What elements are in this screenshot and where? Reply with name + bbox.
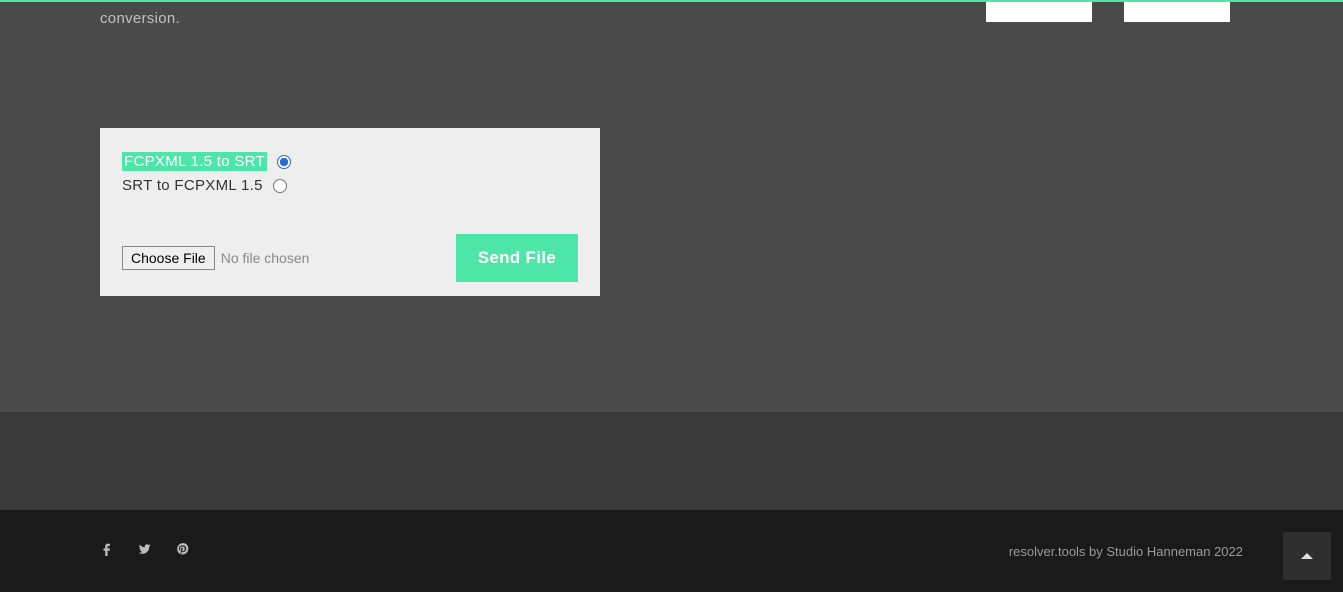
radio-row-srt-to-fcpxml: SRT to FCPXML 1.5 (122, 177, 578, 194)
radio-fcpxml-to-srt[interactable] (277, 155, 291, 169)
radio-row-fcpxml-to-srt: FCPXML 1.5 to SRT (122, 152, 578, 171)
footer-credit: resolver.tools by Studio Hanneman 2022 (1009, 544, 1243, 559)
dark-section (0, 412, 1343, 510)
choose-file-button[interactable]: Choose File (122, 246, 215, 270)
header-white-block-2 (1124, 2, 1230, 22)
radio-label-srt-to-fcpxml[interactable]: SRT to FCPXML 1.5 (122, 177, 263, 194)
file-chooser: Choose File No file chosen (122, 246, 309, 270)
facebook-icon[interactable] (100, 542, 114, 560)
send-file-button[interactable]: Send File (456, 234, 578, 282)
form-bottom-row: Choose File No file chosen Send File (122, 234, 578, 282)
twitter-icon[interactable] (138, 542, 152, 560)
social-icons (100, 542, 190, 560)
fragment-text: conversion. (100, 10, 180, 27)
conversion-form-card: FCPXML 1.5 to SRT SRT to FCPXML 1.5 Choo… (100, 128, 600, 296)
pinterest-icon[interactable] (176, 542, 190, 560)
chevron-up-icon (1298, 547, 1316, 565)
footer-bar: resolver.tools by Studio Hanneman 2022 (0, 510, 1343, 592)
scroll-to-top-button[interactable] (1283, 532, 1331, 580)
file-status-text: No file chosen (221, 250, 310, 266)
header-white-block-1 (986, 2, 1092, 22)
radio-srt-to-fcpxml[interactable] (273, 179, 287, 193)
radio-label-fcpxml-to-srt[interactable]: FCPXML 1.5 to SRT (122, 152, 267, 171)
